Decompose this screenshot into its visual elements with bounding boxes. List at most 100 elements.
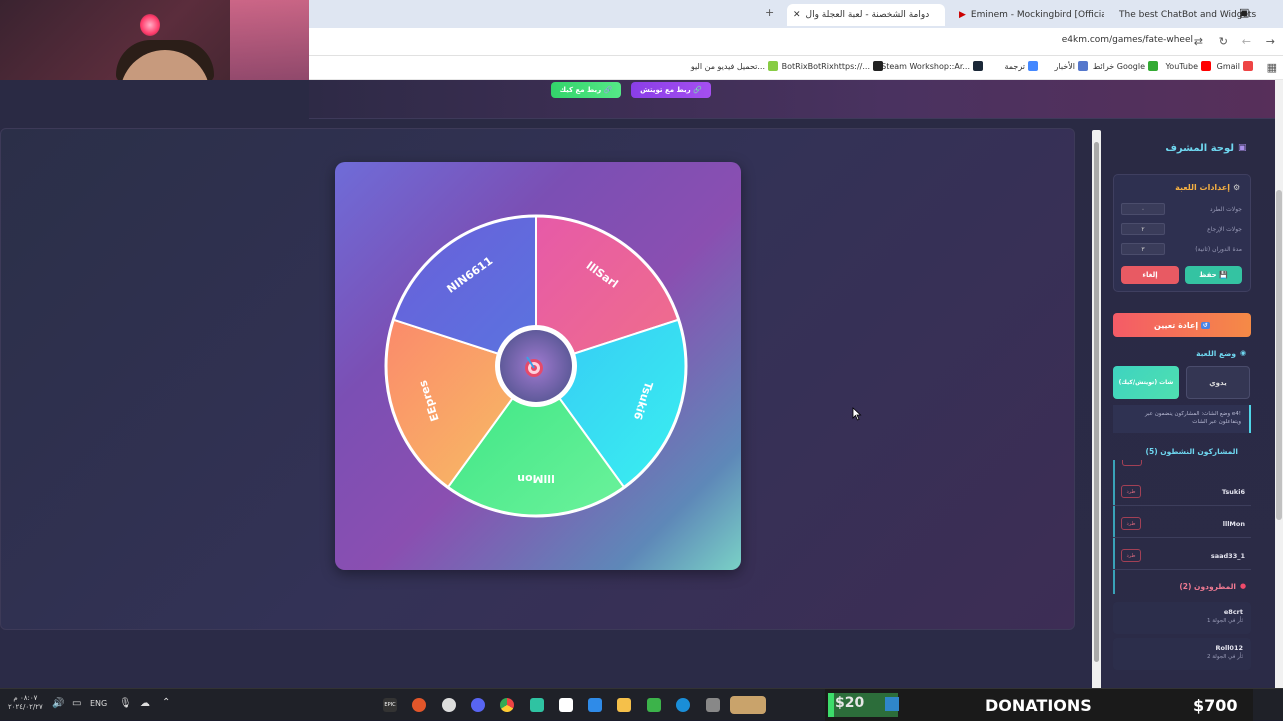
donation-total: $700	[1193, 696, 1238, 715]
bookmark-steam[interactable]: Steam Workshop::Ar...	[881, 61, 983, 71]
clock-time: ٠٨:٠٧ م	[13, 694, 38, 702]
discord-icon[interactable]	[471, 698, 485, 712]
bookmark-youtube[interactable]: YouTube	[1165, 61, 1211, 71]
steam-icon[interactable]	[442, 698, 456, 712]
bookmark-gmail[interactable]: Gmail	[1217, 61, 1253, 71]
chat-app-icon[interactable]	[530, 698, 544, 712]
game-settings-title: إعدادات اللعبة	[1175, 183, 1230, 192]
forward-icon[interactable]: ←	[1242, 35, 1251, 48]
bookmark-label: الأخبار	[1054, 61, 1075, 71]
edge-icon[interactable]	[676, 698, 690, 712]
webcam-light	[140, 14, 160, 36]
button-label: يدوي	[1209, 378, 1227, 387]
bookmarks-bar: ▦ Gmail YouTube خرائط Google الأخبار ترج…	[309, 56, 1283, 80]
fate-wheel[interactable]: lllSarlTsuki6lllMonEEpresNIN6611	[335, 162, 741, 570]
network-icon[interactable]: ▭	[72, 698, 81, 709]
tab-fate-wheel[interactable]: ✕ دوامة الشخصنة - لعبة العجلة وال	[787, 4, 945, 26]
eliminated-name: Roll012	[1215, 644, 1244, 652]
site-settings-icon[interactable]: ⇄	[1194, 35, 1203, 48]
save-icon: 💾	[1219, 271, 1228, 279]
microphone-icon[interactable]: 🎙	[119, 698, 132, 709]
kick-participant-button[interactable]: طرد	[1121, 549, 1141, 562]
return-rounds-label: جولات الإرجاع	[1207, 226, 1242, 233]
epic-games-icon[interactable]: EPIC	[383, 698, 397, 712]
cloud-icon[interactable]: ☁	[140, 698, 150, 709]
bookmark-botrix[interactable]: BotRixBotRixhttps://...	[782, 61, 883, 71]
return-rounds-input[interactable]: ٢	[1121, 223, 1165, 235]
tab-label: The best ChatBot and Widgets	[1119, 10, 1257, 20]
new-tab-icon[interactable]: +	[765, 6, 774, 19]
kick-rounds-input[interactable]: ٠	[1121, 203, 1165, 215]
eliminated-note: ثأر في الجولة 1	[1206, 618, 1243, 624]
bookmark-label: ترجمة	[1004, 61, 1026, 71]
kick-button-partial[interactable]	[1122, 460, 1142, 466]
file-app-icon[interactable]	[588, 698, 602, 712]
participant-row: طرد saad33_1	[1113, 542, 1251, 570]
spin-duration-label: مدة الدوران (ثانية)	[1195, 246, 1242, 253]
language-indicator[interactable]: ENG	[90, 699, 107, 708]
bookmark-translate[interactable]: ترجمة	[1004, 61, 1038, 71]
clock[interactable]: ٠٨:٠٧ م ٢٠٢٤/٠٢/٢٧	[8, 694, 43, 712]
button-label: ربط مع تويتش	[640, 86, 691, 94]
spin-duration-input[interactable]: ٣	[1121, 243, 1165, 255]
save-button[interactable]: حفظ 💾	[1185, 266, 1242, 284]
obs-icon[interactable]	[412, 698, 426, 712]
gear-icon: ⚙	[1233, 183, 1241, 192]
kick-participant-button[interactable]: طرد	[1121, 517, 1141, 530]
bookmark-news[interactable]: الأخبار	[1055, 61, 1088, 71]
dashboard-icon: ▣	[1238, 143, 1247, 153]
volume-icon[interactable]: 🔊	[52, 698, 64, 709]
minecraft-icon[interactable]	[647, 698, 661, 712]
eliminated-note: ثأر في الجولة 2	[1206, 654, 1243, 660]
chevron-up-icon[interactable]: ⌃	[162, 697, 170, 708]
button-label: حفظ	[1199, 271, 1217, 279]
window-icon[interactable]	[706, 698, 720, 712]
taskbar: ٠٨:٠٧ م ٢٠٢٤/٠٢/٢٧ 🔊 ▭ ENG 🎙 ☁ ⌃ EPIC $2…	[0, 688, 1283, 721]
cancel-button[interactable]: إلغاء	[1121, 266, 1179, 284]
connect-twitch-button[interactable]: ربط مع تويتش 🔗	[631, 82, 711, 98]
bookmark-label: YouTube	[1165, 61, 1198, 71]
top-connect-strip: ربط مع تويتش 🔗 ربط مع كيك 🔗	[309, 80, 1275, 119]
kick-rounds-label: جولات الطرد	[1209, 206, 1242, 213]
sidebar-scroll-thumb[interactable]	[1094, 142, 1099, 662]
url-text[interactable]: e4km.com/games/fate-wheel	[1062, 35, 1193, 45]
bookmark-label: Gmail	[1216, 61, 1240, 71]
mode-hint: وضع الشات: المشاركون ينضمون عبر e4! ويتف…	[1113, 405, 1251, 433]
page-scroll-thumb[interactable]	[1276, 190, 1282, 520]
reset-button[interactable]: إعادة تعيين ↺	[1113, 313, 1251, 337]
eliminated-name: e8crt	[1223, 608, 1243, 616]
apps-grid-icon[interactable]: ▦	[1267, 61, 1277, 74]
address-bar[interactable]: e4km.com/games/fate-wheel ⇄ ↻ ← →	[309, 28, 1283, 56]
windows-icon	[885, 697, 899, 711]
reload-icon[interactable]: ↻	[1219, 35, 1228, 48]
game-mode-title: وضع اللعبة	[1196, 349, 1236, 358]
active-participants-title: المشاركون النشطون (5)	[1145, 447, 1238, 456]
tab-mockingbird[interactable]: ▶ Eminem - Mockingbird [Officia	[959, 4, 1104, 26]
eliminated-row: Roll012 ثأر في الجولة 2	[1113, 638, 1251, 670]
chrome-icon[interactable]	[500, 698, 514, 712]
browser-tabbar: The best ChatBot and Widgets ▶ Eminem - …	[309, 0, 1283, 28]
donations-label: DONATIONS	[985, 696, 1092, 715]
connect-kick-button[interactable]: ربط مع كيك 🔗	[551, 82, 621, 98]
tab-label: Eminem - Mockingbird [Officia	[970, 10, 1104, 20]
folder-icon[interactable]	[617, 698, 631, 712]
tab-search-icon[interactable]: ▣	[1239, 6, 1249, 19]
mode-chat-button[interactable]: شات (تويتش/كيك)	[1113, 366, 1179, 399]
bookmark-video-download[interactable]: تحميل فيديو من اليو...	[691, 61, 778, 71]
page-content: ربط مع تويتش 🔗 ربط مع كيك 🔗 lllSarl Tsuki…	[0, 80, 1275, 688]
mouse-cursor	[852, 407, 862, 421]
mode-manual-button[interactable]: يدوي	[1186, 366, 1250, 399]
game-thumbnail-icon[interactable]	[730, 696, 766, 714]
kick-participant-button[interactable]: طرد	[1121, 485, 1141, 498]
back-icon[interactable]: →	[1266, 35, 1275, 48]
notepad-icon[interactable]	[559, 698, 573, 712]
eliminated-row: e8crt ثأر في الجولة 1	[1113, 602, 1251, 634]
close-icon[interactable]: ✕	[793, 10, 801, 20]
donations-widget: $20 DONATIONS $700	[825, 689, 1253, 721]
participant-row: طرد lllMon	[1113, 510, 1251, 538]
bookmark-maps[interactable]: خرائط Google	[1093, 61, 1158, 71]
button-label: إعادة تعيين	[1154, 320, 1199, 330]
eliminated-title: المطرودون (2)	[1179, 582, 1236, 591]
button-label: ربط مع كيك	[559, 86, 602, 94]
participant-name: saad33_1	[1210, 552, 1245, 560]
